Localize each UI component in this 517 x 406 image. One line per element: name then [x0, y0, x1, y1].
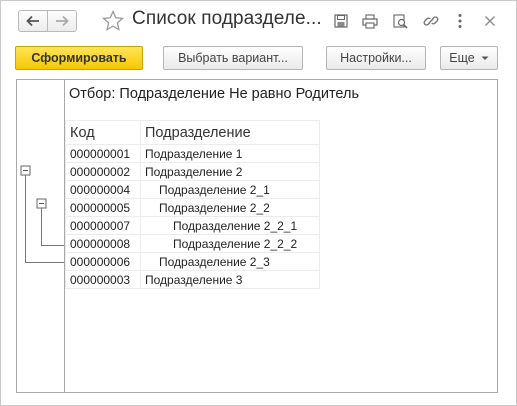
report-table: Код Подразделение 000000001 Подразделени… — [65, 120, 320, 289]
row-code: 000000006 — [65, 252, 141, 271]
printer-icon — [362, 13, 378, 29]
title-bar: Список подразделе... — [1, 1, 516, 41]
more-menu-label: Еще — [449, 51, 475, 65]
settings-label: Настройки... — [340, 51, 412, 65]
table-row[interactable]: 000000007 Подразделение 2_2_1 — [65, 216, 320, 235]
row-name: Подразделение 2_2_1 — [140, 216, 320, 235]
row-code: 000000005 — [65, 198, 141, 217]
close-button[interactable] — [480, 11, 500, 31]
grouping-tree — [20, 165, 65, 263]
table-row[interactable]: 000000004 Подразделение 2_1 — [65, 180, 320, 199]
table-row[interactable]: 000000006 Подразделение 2_3 — [65, 252, 320, 271]
table-header-row: Код Подразделение — [65, 120, 320, 145]
more-menu-button[interactable]: Еще — [440, 46, 498, 70]
print-preview-icon — [392, 13, 408, 29]
row-name: Подразделение 3 — [140, 270, 320, 289]
kebab-menu-icon — [458, 14, 462, 28]
choose-variant-label: Выбрать вариант... — [178, 51, 288, 65]
generate-button[interactable]: Сформировать — [15, 46, 143, 70]
row-code: 000000007 — [65, 216, 141, 235]
row-name: Подразделение 1 — [140, 144, 320, 163]
row-code: 000000008 — [65, 234, 141, 253]
group-bracket-line — [25, 175, 65, 263]
arrow-left-icon — [26, 15, 39, 27]
row-code: 000000002 — [65, 162, 141, 181]
column-header-code: Код — [65, 120, 141, 145]
row-name: Подразделение 2_3 — [140, 252, 320, 271]
link-button[interactable] — [421, 11, 441, 31]
arrow-right-icon — [56, 15, 69, 27]
table-row[interactable]: 000000003 Подразделение 3 — [65, 270, 320, 289]
column-header-name: Подразделение — [140, 120, 320, 145]
row-name: Подразделение 2_2_2 — [140, 234, 320, 253]
star-icon[interactable] — [101, 9, 125, 33]
preview-button[interactable] — [390, 11, 410, 31]
back-button[interactable] — [18, 10, 48, 32]
row-code: 000000001 — [65, 144, 141, 163]
generate-button-label: Сформировать — [31, 51, 127, 65]
subgroup-bracket-line — [41, 208, 65, 246]
row-code: 000000003 — [65, 270, 141, 289]
table-row[interactable]: 000000002 Подразделение 2 — [65, 162, 320, 181]
window-title: Список подразделе... — [132, 8, 322, 29]
row-name: Подразделение 2_2 — [140, 198, 320, 217]
row-code: 000000004 — [65, 180, 141, 199]
table-row[interactable]: 000000008 Подразделение 2_2_2 — [65, 234, 320, 253]
choose-variant-button[interactable]: Выбрать вариант... — [163, 46, 303, 70]
report-document[interactable]: Отбор: Подразделение Не равно Родитель К… — [16, 79, 498, 393]
row-name: Подразделение 2 — [140, 162, 320, 181]
close-icon — [485, 16, 495, 26]
settings-button[interactable]: Настройки... — [326, 46, 426, 70]
floppy-disk-icon — [334, 14, 348, 28]
link-icon — [423, 16, 439, 26]
filter-caption: Отбор: Подразделение Не равно Родитель — [69, 86, 360, 102]
print-button[interactable] — [360, 11, 380, 31]
table-row[interactable]: 000000005 Подразделение 2_2 — [65, 198, 320, 217]
forward-button[interactable] — [47, 10, 77, 32]
row-name: Подразделение 2_1 — [140, 180, 320, 199]
save-button[interactable] — [331, 11, 351, 31]
report-window: Список подразделе... Сформировать Выбрат… — [0, 0, 517, 406]
chevron-down-icon — [481, 56, 489, 60]
table-row[interactable]: 000000001 Подразделение 1 — [65, 144, 320, 163]
more-actions-button[interactable] — [450, 11, 470, 31]
